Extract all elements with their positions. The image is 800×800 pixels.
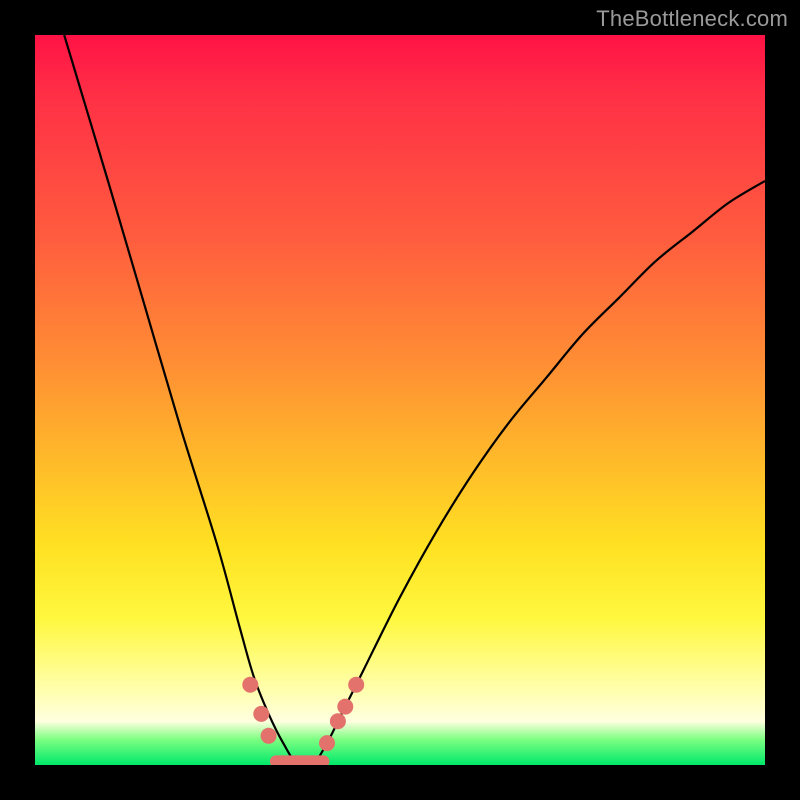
curve-marker (319, 735, 335, 751)
curve-marker (330, 713, 346, 729)
curve-marker (253, 706, 269, 722)
curve-marker (261, 728, 277, 744)
curve-marker (242, 677, 258, 693)
curve-markers (242, 677, 364, 751)
curve-marker (337, 699, 353, 715)
chart-frame: TheBottleneck.com (0, 0, 800, 800)
curve-marker (348, 677, 364, 693)
plot-area (35, 35, 765, 765)
watermark-text: TheBottleneck.com (596, 6, 788, 32)
bottleneck-curve (64, 35, 765, 765)
curve-svg (35, 35, 765, 765)
